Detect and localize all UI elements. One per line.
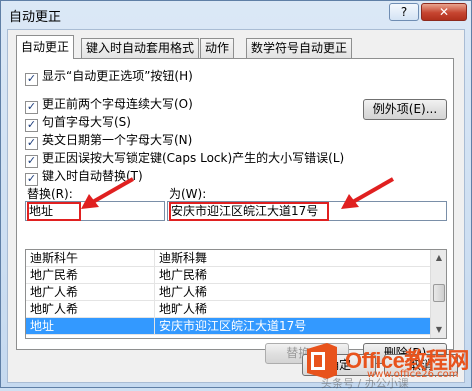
list-item-from: 地广民希 bbox=[30, 268, 79, 282]
office-watermark: Office教程网 www.office26.com 头条号 / 办公小课 bbox=[301, 339, 472, 390]
red-arrow-left-icon bbox=[81, 177, 134, 209]
scroll-up-icon[interactable]: ▲ bbox=[431, 250, 446, 266]
list-item-to: 安庆市迎江区皖江大道17号 bbox=[154, 318, 306, 334]
dialog-title: 自动更正 bbox=[9, 10, 62, 25]
list-item[interactable]: 地旷人希 地旷人稀 bbox=[26, 301, 430, 318]
two-initial-caps-option[interactable]: ✓ 更正前两个字母连续大写(O) bbox=[25, 95, 193, 114]
autocorrect-dialog: 自动更正 ? ✕ 自动更正 键入时自动套用格式 动作 数学符号自动更正 ✓ 显示“… bbox=[0, 0, 472, 390]
watermark-ghost-text: 头条号 / 办公小课 bbox=[321, 377, 409, 390]
list-item-to: 地广人稀 bbox=[154, 284, 207, 300]
title-bar: 自动更正 ? ✕ bbox=[1, 1, 471, 27]
list-item-selected[interactable]: 地址 安庆市迎江区皖江大道17号 bbox=[26, 318, 430, 335]
list-item[interactable]: 迪斯科午 迪斯科舞 bbox=[26, 250, 430, 267]
tab-actions[interactable]: 动作 bbox=[200, 38, 235, 58]
red-arrow-right-icon bbox=[341, 177, 394, 209]
option-label: 句首字母大写(S) bbox=[42, 115, 131, 129]
list-item-to: 迪斯科舞 bbox=[154, 250, 207, 266]
option-label: 更正因误按大写锁定键(Caps Lock)产生的大小写错误(L) bbox=[42, 151, 345, 165]
autocorrect-list[interactable]: 迪斯科午 迪斯科舞 地广民希 地广民稀 地广人希 地广人稀 地旷人希 地旷人稀 … bbox=[25, 249, 447, 339]
list-item[interactable]: 地广民希 地广民稀 bbox=[26, 267, 430, 284]
list-item-from: 迪斯科午 bbox=[30, 251, 79, 265]
list-item-from: 地旷人希 bbox=[30, 302, 79, 316]
scroll-thumb[interactable] bbox=[433, 284, 445, 302]
tab-math-autocorrect[interactable]: 数学符号自动更正 bbox=[246, 38, 353, 58]
show-buttons-option[interactable]: ✓ 显示“自动更正选项”按钮(H) bbox=[25, 67, 193, 86]
capitalize-sentence-option[interactable]: ✓ 句首字母大写(S) bbox=[25, 113, 131, 132]
tab-autoformat-as-you-type[interactable]: 键入时自动套用格式 bbox=[81, 38, 200, 58]
list-item-to: 地旷人稀 bbox=[154, 301, 207, 317]
capitalize-days-option[interactable]: ✓ 英文日期第一个字母大写(N) bbox=[25, 131, 193, 150]
option-label: 显示“自动更正选项”按钮(H) bbox=[42, 69, 193, 83]
highlight-with-box bbox=[169, 202, 329, 221]
close-button[interactable]: ✕ bbox=[421, 3, 467, 21]
replace-label: 替换(R): bbox=[27, 187, 73, 201]
list-scrollbar[interactable]: ▲ ▼ bbox=[430, 250, 446, 338]
caps-lock-option[interactable]: ✓ 更正因误按大写锁定键(Caps Lock)产生的大小写错误(L) bbox=[25, 149, 345, 168]
scroll-down-icon[interactable]: ▼ bbox=[431, 322, 446, 338]
exceptions-button[interactable]: 例外项(E)... bbox=[363, 99, 447, 120]
autocorrect-panel: ✓ 显示“自动更正选项”按钮(H) ✓ 更正前两个字母连续大写(O) ✓ 句首字母大写… bbox=[16, 58, 454, 364]
list-item-from: 地址 bbox=[30, 319, 55, 333]
option-label: 更正前两个字母连续大写(O) bbox=[42, 97, 193, 111]
dialog-body: 自动更正 键入时自动套用格式 动作 数学符号自动更正 ✓ 显示“自动更正选项”按钮… bbox=[7, 29, 465, 383]
list-item-to: 地广民稀 bbox=[154, 267, 207, 283]
highlight-replace-box bbox=[27, 202, 81, 221]
checkbox-checked-icon[interactable]: ✓ bbox=[25, 73, 38, 86]
list-item[interactable]: 地广人希 地广人稀 bbox=[26, 284, 430, 301]
with-label: 为(W): bbox=[169, 187, 207, 201]
tab-autocorrect[interactable]: 自动更正 bbox=[16, 35, 75, 59]
help-button[interactable]: ? bbox=[389, 3, 419, 21]
list-item-from: 地广人希 bbox=[30, 285, 79, 299]
option-label: 英文日期第一个字母大写(N) bbox=[42, 133, 193, 147]
